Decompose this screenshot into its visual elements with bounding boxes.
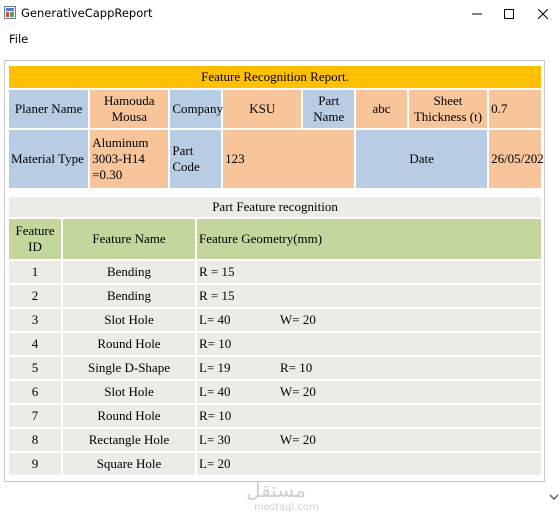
table-row: 2 Bending R = 15	[9, 285, 542, 307]
table-row: 1 Bending R = 15	[9, 261, 542, 283]
feature-rows: 1 Bending R = 15 2 Bending R = 15 3 Slot Hole L=…	[9, 261, 542, 475]
geometry-value-1: L= 30	[199, 432, 231, 447]
watermark-latin: mostaql.com	[254, 502, 319, 513]
feature-geometry-cell: L= 19 R= 10	[197, 357, 542, 379]
close-icon	[538, 8, 548, 19]
feature-name-cell: Rectangle Hole	[63, 429, 195, 451]
geometry-value-2: W= 20	[280, 312, 316, 327]
feature-id-cell: 9	[9, 453, 61, 475]
material-type-label: Material Type	[9, 130, 89, 188]
table-row: 4 Round Hole R= 10	[9, 333, 542, 355]
menu-file[interactable]: File	[9, 32, 28, 46]
watermark: مستقل mostaql.com	[240, 478, 320, 514]
geometry-value-1: R= 10	[199, 336, 232, 351]
minimize-button[interactable]	[460, 0, 494, 27]
feature-geometry-cell: L= 20	[197, 453, 542, 475]
feature-id-cell: 7	[9, 405, 61, 427]
geometry-value-1: L= 40	[199, 312, 231, 327]
maximize-icon	[504, 8, 514, 19]
planer-name-label: Planer Name	[9, 90, 89, 128]
feature-geometry-cell: R= 10	[197, 405, 542, 427]
date-value: 26/05/2022	[489, 130, 544, 188]
feature-section-title: Part Feature recognition	[9, 197, 542, 217]
maximize-button[interactable]	[492, 0, 526, 27]
company-label: Company	[170, 90, 223, 128]
geometry-value-1: L= 40	[199, 384, 231, 399]
feature-id-cell: 8	[9, 429, 61, 451]
feature-geometry-cell: L= 40 W= 20	[197, 381, 542, 403]
col-feature-geometry: Feature Geometry(mm)	[197, 219, 542, 259]
feature-geometry-cell: R = 15	[197, 261, 542, 283]
col-feature-name: Feature Name	[63, 219, 195, 259]
geometry-value-2: R= 10	[280, 360, 313, 375]
part-name-value: abc	[356, 90, 407, 128]
report-title: Feature Recognition Report.	[9, 66, 541, 88]
geometry-value-1: L= 20	[199, 456, 231, 471]
feature-name-cell: Slot Hole	[63, 381, 195, 403]
sheet-thickness-value: 0.7	[489, 90, 541, 128]
feature-name-cell: Slot Hole	[63, 309, 195, 331]
feature-id-cell: 6	[9, 381, 61, 403]
planer-name-value: Hamouda Mousa	[90, 90, 169, 128]
feature-geometry-cell: L= 30 W= 20	[197, 429, 542, 451]
geometry-value-1: R = 15	[199, 288, 235, 303]
col-feature-id: Feature ID	[9, 219, 61, 259]
close-button[interactable]	[526, 0, 560, 27]
feature-id-cell: 4	[9, 333, 61, 355]
geometry-value-1: L= 19	[199, 360, 231, 375]
sheet-thickness-label: Sheet Thickness (t)	[408, 90, 488, 128]
menu-bar: File	[0, 27, 560, 49]
feature-geometry-cell: R= 10	[197, 333, 542, 355]
feature-name-cell: Round Hole	[63, 333, 195, 355]
feature-id-cell: 3	[9, 309, 61, 331]
geometry-value-2: W= 20	[280, 432, 316, 447]
feature-table: Part Feature recognition Feature ID Feat…	[7, 195, 543, 477]
date-label: Date	[356, 130, 488, 188]
geometry-value-1: R = 15	[199, 264, 235, 279]
part-name-label: Part Name	[303, 90, 355, 128]
feature-name-cell: Bending	[63, 261, 195, 283]
geometry-value-1: R= 10	[199, 408, 232, 423]
table-row: 3 Slot Hole L= 40 W= 20	[9, 309, 542, 331]
material-type-value: Aluminum 3003-H14 =0.30	[90, 130, 169, 188]
watermark-arabic: مستقل	[246, 478, 306, 502]
table-row: 8 Rectangle Hole L= 30 W= 20	[9, 429, 542, 451]
title-bar: GenerativeCappReport	[0, 0, 560, 27]
feature-name-cell: Round Hole	[63, 405, 195, 427]
feature-id-cell: 5	[9, 357, 61, 379]
feature-name-cell: Square Hole	[63, 453, 195, 475]
minimize-icon	[472, 13, 482, 14]
window-title: GenerativeCappReport	[21, 6, 153, 20]
table-row: 6 Slot Hole L= 40 W= 20	[9, 381, 542, 403]
feature-name-cell: Bending	[63, 285, 195, 307]
scroll-down-arrow-icon[interactable]	[549, 492, 559, 502]
feature-geometry-cell: R = 15	[197, 285, 542, 307]
feature-id-cell: 1	[9, 261, 61, 283]
table-row: 7 Round Hole R= 10	[9, 405, 542, 427]
table-row: 5 Single D-Shape L= 19 R= 10	[9, 357, 542, 379]
part-code-label: Part Code	[170, 130, 222, 188]
feature-geometry-cell: L= 40 W= 20	[197, 309, 542, 331]
app-icon	[4, 6, 16, 19]
feature-id-cell: 2	[9, 285, 61, 307]
company-value: KSU	[223, 90, 302, 128]
table-row: 9 Square Hole L= 20	[9, 453, 542, 475]
feature-name-cell: Single D-Shape	[63, 357, 195, 379]
geometry-value-2: W= 20	[280, 384, 316, 399]
report-info-table: Feature Recognition Report. Planer Name …	[7, 64, 544, 190]
report-view[interactable]: Feature Recognition Report. Planer Name …	[4, 60, 545, 482]
part-code-value: 123	[223, 130, 355, 188]
